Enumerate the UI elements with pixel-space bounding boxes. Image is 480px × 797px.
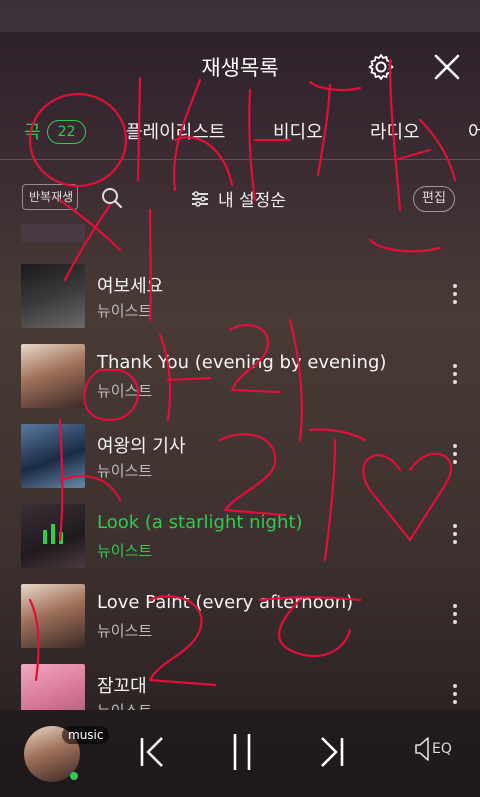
song-artist: 뉴이스트	[97, 700, 152, 710]
album-art	[21, 584, 85, 648]
sort-button[interactable]: 내 설정순	[190, 186, 286, 211]
list-toolbar: 반복재생 내 설정순 편집	[0, 176, 480, 224]
previous-icon[interactable]	[134, 732, 170, 772]
page-title: 재생목록	[201, 56, 279, 80]
more-options-icon[interactable]	[448, 364, 462, 388]
next-icon[interactable]	[314, 732, 350, 772]
pause-icon[interactable]	[224, 732, 260, 772]
playlist-tabs: 곡 22 플레이리스트 비디오 라디오 어	[0, 102, 480, 160]
search-icon[interactable]	[100, 186, 124, 210]
song-count-badge: 22	[46, 120, 87, 144]
song-row[interactable]: Love Paint (every afternoon) 뉴이스트	[0, 572, 480, 652]
eq-label: EQ	[432, 741, 452, 757]
close-icon[interactable]	[432, 52, 462, 82]
song-row[interactable]: 여왕의 기사 뉴이스트	[0, 412, 480, 492]
song-artist: 뉴이스트	[97, 542, 153, 560]
more-options-icon[interactable]	[448, 684, 462, 708]
album-art	[21, 664, 85, 710]
album-art	[21, 344, 85, 408]
more-options-icon[interactable]	[448, 284, 462, 308]
song-artist: 뉴이스트	[97, 382, 153, 400]
speaker-icon	[415, 737, 429, 761]
song-list[interactable]: 여보세요 뉴이스트 Thank You (evening by evening)…	[0, 224, 480, 710]
tab-songs-label: 곡	[24, 122, 41, 143]
song-title: Thank You (evening by evening)	[97, 352, 387, 373]
tab-radio[interactable]: 라디오	[370, 118, 420, 144]
mini-player: music EQ	[0, 710, 480, 797]
more-options-icon[interactable]	[448, 604, 462, 628]
song-row[interactable]: 여보세요 뉴이스트	[0, 252, 480, 332]
more-options-icon[interactable]	[448, 444, 462, 468]
tab-more[interactable]: 어	[468, 118, 480, 144]
song-row-playing[interactable]: Look (a starlight night) 뉴이스트	[0, 492, 480, 572]
album-art	[21, 424, 85, 488]
tab-songs[interactable]: 곡 22	[24, 118, 87, 144]
song-artist: 뉴이스트	[97, 302, 153, 320]
song-title: 잠꼬대	[97, 676, 147, 697]
status-dot	[70, 772, 78, 780]
song-title: Love Paint (every afternoon)	[97, 592, 354, 613]
more-options-icon[interactable]	[448, 524, 462, 548]
song-artist: 뉴이스트	[97, 462, 153, 480]
album-art	[21, 504, 85, 568]
song-title: 여보세요	[97, 276, 164, 297]
song-title: 여왕의 기사	[97, 436, 186, 457]
sort-icon	[192, 190, 208, 207]
edit-button[interactable]: 편집	[413, 186, 455, 212]
status-bar	[0, 0, 480, 32]
sort-label: 내 설정순	[218, 191, 286, 211]
album-art	[21, 264, 85, 328]
gear-icon[interactable]	[366, 52, 396, 82]
eq-button[interactable]: EQ	[414, 736, 452, 762]
song-row[interactable]: Thank You (evening by evening) 뉴이스트	[0, 332, 480, 412]
album-art-partial	[21, 224, 85, 242]
tab-playlists[interactable]: 플레이리스트	[126, 118, 225, 144]
now-playing-icon	[43, 524, 63, 544]
repeat-button[interactable]: 반복재생	[22, 184, 78, 210]
tab-videos[interactable]: 비디오	[273, 118, 323, 144]
song-artist: 뉴이스트	[97, 622, 153, 640]
source-badge: music	[62, 726, 110, 744]
playlist-header: 재생목록	[0, 32, 480, 102]
song-title: Look (a starlight night)	[97, 512, 303, 533]
song-row[interactable]: 잠꼬대 뉴이스트	[0, 652, 480, 710]
